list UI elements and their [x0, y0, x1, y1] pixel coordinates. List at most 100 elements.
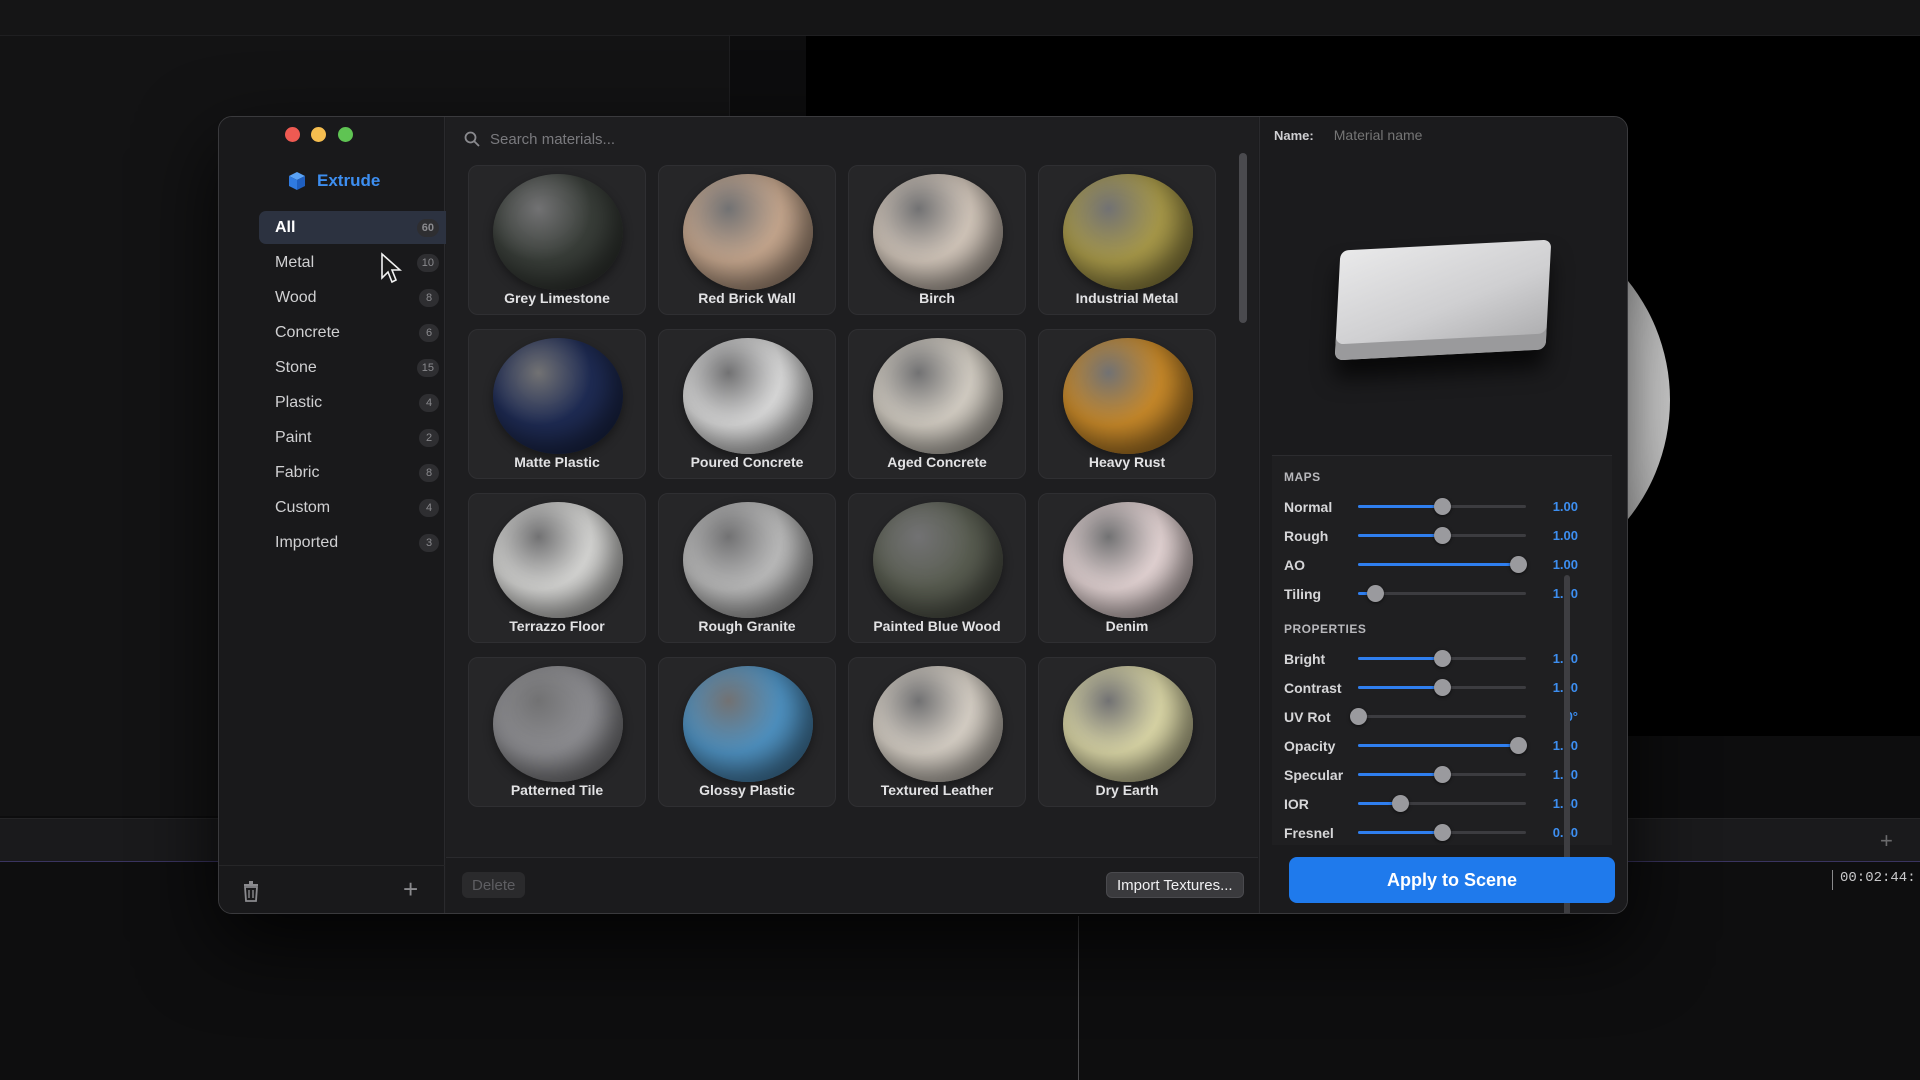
- sidebar-item-custom[interactable]: Custom 4: [259, 491, 455, 524]
- slider-thumb[interactable]: [1392, 795, 1409, 812]
- material-tile[interactable]: Textured Leather: [848, 657, 1026, 807]
- slider-label: IOR: [1284, 795, 1309, 812]
- material-tile[interactable]: Glossy Plastic: [658, 657, 836, 807]
- slider-track[interactable]: [1358, 527, 1526, 544]
- slider-row-fresnel: Fresnel 0.50: [1272, 818, 1612, 845]
- material-tile[interactable]: Denim: [1038, 493, 1216, 643]
- slider-value: 0.50: [1526, 825, 1578, 840]
- apply-to-scene-button[interactable]: Apply to Scene: [1289, 857, 1615, 903]
- delete-button[interactable]: Delete: [462, 872, 526, 898]
- mouse-cursor-icon: [381, 252, 402, 284]
- category-count-badge: 8: [419, 463, 439, 482]
- slider-thumb[interactable]: [1434, 527, 1451, 544]
- slider-track[interactable]: [1350, 708, 1526, 725]
- slider-value: 1.00: [1552, 499, 1578, 514]
- slider-thumb[interactable]: [1434, 679, 1451, 696]
- sidebar-item-stone[interactable]: Stone 15: [259, 351, 455, 384]
- material-tile[interactable]: Birch: [848, 165, 1026, 315]
- material-tile[interactable]: Poured Concrete: [658, 329, 836, 479]
- sidebar-item-all[interactable]: All 60: [259, 211, 455, 244]
- material-sphere-thumbnail: [683, 666, 813, 782]
- slider-thumb[interactable]: [1434, 824, 1451, 841]
- slider-thumb[interactable]: [1350, 708, 1367, 725]
- slider-value: 1.00: [1526, 586, 1578, 601]
- slider-track[interactable]: [1358, 766, 1526, 783]
- slider-value: 1.00: [1526, 738, 1578, 753]
- slider-thumb[interactable]: [1434, 498, 1451, 515]
- import-textures-button[interactable]: Import Textures...: [1106, 872, 1244, 898]
- material-tile[interactable]: Dry Earth: [1038, 657, 1216, 807]
- search-bar: [464, 125, 1064, 153]
- sidebar-item-wood[interactable]: Wood 8: [259, 281, 455, 314]
- name-label: Name:: [1274, 127, 1314, 143]
- sidebar-item-metal[interactable]: Metal 10: [259, 246, 455, 279]
- category-label: All: [275, 218, 296, 236]
- material-sphere-thumbnail: [873, 502, 1003, 618]
- sidebar-item-plastic[interactable]: Plastic 4: [259, 386, 455, 419]
- slider-row-bright: Bright 1.00: [1272, 644, 1612, 673]
- category-count-badge: 8: [419, 288, 439, 307]
- material-tile[interactable]: Aged Concrete: [848, 329, 1026, 479]
- maps-section-title: MAPS: [1284, 470, 1321, 484]
- category-count-badge: 60: [416, 218, 439, 237]
- category-label: Concrete: [275, 323, 340, 341]
- sidebar-item-imported[interactable]: Imported 3: [259, 526, 455, 559]
- add-category-icon[interactable]: +: [403, 876, 418, 902]
- sidebar-item-paint[interactable]: Paint 2: [259, 421, 455, 454]
- slider-label: Specular: [1284, 766, 1344, 783]
- slider-thumb[interactable]: [1434, 650, 1451, 667]
- slider-fill: [1358, 505, 1442, 508]
- material-tile[interactable]: Grey Limestone: [468, 165, 646, 315]
- slider-track[interactable]: [1358, 795, 1526, 812]
- maps-section: Normal 1.00 Rough 1.00 AO 1.00 Tiling 1.00: [1272, 492, 1612, 608]
- material-tile[interactable]: Red Brick Wall: [658, 165, 836, 315]
- slider-row-opacity: Opacity 1.00: [1272, 731, 1612, 760]
- host-top-bar: [0, 0, 1920, 36]
- slider-track[interactable]: [1358, 824, 1526, 841]
- sidebar-item-concrete[interactable]: Concrete 6: [259, 316, 455, 349]
- material-tile[interactable]: Painted Blue Wood: [848, 493, 1026, 643]
- slider-track[interactable]: [1358, 556, 1527, 573]
- minimize-button[interactable]: [311, 127, 326, 142]
- slider-track[interactable]: [1358, 498, 1526, 515]
- material-grid: Grey Limestone Red Brick Wall Birch Industr…: [468, 165, 1230, 807]
- slider-value: 1.00: [1526, 651, 1578, 666]
- material-tile[interactable]: Rough Granite: [658, 493, 836, 643]
- inspector-panel: Name: MAPS Normal1.00Rough1.00AO1.00Tili…: [1259, 117, 1627, 913]
- slider-thumb[interactable]: [1434, 766, 1451, 783]
- slider-row-rough: Rough 1.00: [1272, 521, 1612, 550]
- category-list: All 60 Metal 10 Wood 8 Concrete 6 Stone 15 Plastic…: [259, 211, 455, 561]
- category-label: Wood: [275, 288, 317, 306]
- material-tile[interactable]: Patterned Tile: [468, 657, 646, 807]
- slider-value: 1.50: [1526, 796, 1578, 811]
- material-tile[interactable]: Terrazzo Floor: [468, 493, 646, 643]
- slider-track[interactable]: [1358, 737, 1527, 754]
- zoom-button[interactable]: [338, 127, 353, 142]
- trash-icon[interactable]: [241, 880, 261, 902]
- preview-slab: [1334, 239, 1552, 361]
- slider-track[interactable]: [1358, 585, 1526, 602]
- material-name-field[interactable]: [1333, 127, 1564, 143]
- slider-thumb[interactable]: [1509, 737, 1527, 754]
- category-count-badge: 15: [416, 358, 439, 377]
- material-label: Matte Plastic: [514, 454, 600, 470]
- slider-value: 1.00: [1526, 767, 1578, 782]
- category-count-badge: 10: [416, 253, 439, 272]
- material-tile[interactable]: Heavy Rust: [1038, 329, 1216, 479]
- sidebar-item-fabric[interactable]: Fabric 8: [259, 456, 455, 489]
- material-tile[interactable]: Matte Plastic: [468, 329, 646, 479]
- slider-track[interactable]: [1358, 679, 1526, 696]
- slider-fill: [1358, 773, 1442, 776]
- grid-scrollbar[interactable]: [1239, 153, 1247, 323]
- slider-label: Fresnel: [1284, 824, 1334, 841]
- slider-thumb[interactable]: [1509, 556, 1527, 573]
- add-track-icon[interactable]: +: [1880, 828, 1893, 854]
- slider-value: 0°: [1565, 709, 1578, 724]
- timeline-playhead[interactable]: [1078, 916, 1079, 1080]
- material-tile[interactable]: Industrial Metal: [1038, 165, 1216, 315]
- close-button[interactable]: [285, 127, 300, 142]
- material-label: Aged Concrete: [887, 454, 987, 470]
- slider-track[interactable]: [1358, 650, 1526, 667]
- search-input[interactable]: [490, 130, 1010, 148]
- slider-thumb[interactable]: [1366, 585, 1384, 602]
